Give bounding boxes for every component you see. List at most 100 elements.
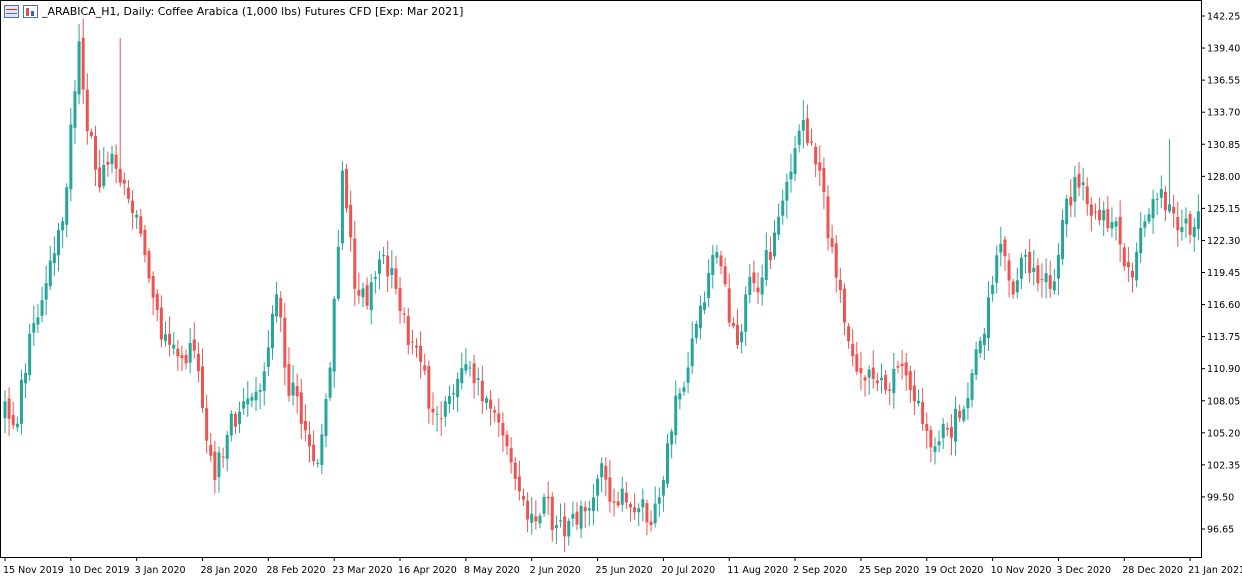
- candle-body: [1036, 265, 1040, 284]
- candle-body: [608, 477, 612, 502]
- bullish-candle: [1151, 189, 1155, 235]
- candle-body: [723, 266, 727, 285]
- candlestick-chart[interactable]: 142.25 139.40 136.55 133.70 130.85 128.00 125.…: [0, 0, 1242, 578]
- price-tick-label: 122.30: [1207, 236, 1240, 247]
- data-window-icon[interactable]: [4, 4, 19, 18]
- candle-body: [1098, 209, 1102, 221]
- candle-body: [24, 372, 28, 384]
- candle-body: [879, 378, 883, 381]
- time-tick-label: 10 Nov 2020: [991, 565, 1052, 576]
- candle-body: [423, 365, 427, 371]
- bearish-candle: [283, 303, 287, 385]
- price-tick-label: 130.85: [1207, 140, 1240, 151]
- time-axis[interactable]: 15 Nov 2019 10 Dec 2019 3 Jan 2020 28 Jan 2…: [3, 557, 1242, 576]
- candle-body: [653, 503, 657, 524]
- bullish-candle: [966, 382, 970, 420]
- candle-body: [484, 398, 488, 403]
- bullish-candle: [703, 291, 707, 315]
- candle-body: [320, 434, 324, 466]
- bullish-candle: [970, 368, 974, 408]
- bearish-candle: [213, 440, 217, 494]
- candle-body: [402, 313, 406, 315]
- bearish-candle: [419, 331, 423, 379]
- price-axis[interactable]: 142.25 139.40 136.55 133.70 130.85 128.00 125.…: [1201, 12, 1240, 536]
- bearish-candle: [139, 209, 143, 238]
- candle-body: [357, 290, 361, 296]
- candle-body: [838, 279, 842, 291]
- candle-body: [966, 398, 970, 409]
- chart-title: _ARABICA_H1, Daily: Coffee Arabica (1,00…: [42, 4, 464, 18]
- bearish-candle: [118, 37, 122, 187]
- bearish-candle: [303, 404, 307, 442]
- candle-body: [740, 331, 744, 343]
- bearish-candle: [900, 349, 904, 380]
- candle-body: [155, 293, 159, 311]
- candle-body: [110, 153, 114, 165]
- candle-body: [995, 255, 999, 283]
- bullish-candle: [476, 367, 480, 396]
- bullish-candle: [653, 486, 657, 528]
- candle-body: [978, 340, 982, 354]
- candle-body: [542, 496, 546, 514]
- bullish-candle: [1114, 217, 1118, 241]
- bearish-candle: [1126, 247, 1130, 283]
- bearish-candle: [949, 414, 953, 456]
- bearish-candle: [394, 256, 398, 295]
- bearish-candle: [345, 163, 349, 213]
- bullish-candle: [447, 385, 451, 414]
- bullish-candle: [974, 341, 978, 381]
- candle-body: [139, 216, 143, 234]
- bullish-candle: [740, 323, 744, 354]
- bullish-candle: [1065, 194, 1069, 238]
- candle-body: [52, 253, 56, 264]
- bearish-candle: [98, 149, 102, 193]
- bullish-candle: [3, 390, 7, 433]
- bearish-candle: [151, 271, 155, 316]
- bearish-candle: [386, 240, 390, 293]
- bearish-candle: [196, 342, 200, 383]
- time-tick-label: 8 May 2020: [464, 565, 520, 576]
- bullish-candle: [1192, 218, 1196, 252]
- candle-body: [810, 141, 814, 143]
- candle-body: [262, 371, 266, 391]
- candle-body: [254, 391, 258, 401]
- bullish-candle: [172, 332, 176, 355]
- candle-body: [991, 285, 995, 295]
- bearish-candle: [814, 142, 818, 178]
- bearish-candle: [859, 351, 863, 391]
- bullish-candle: [291, 365, 295, 406]
- candle-body: [1061, 220, 1065, 259]
- bearish-candle: [1085, 177, 1089, 216]
- chart-window[interactable]: 142.25 139.40 136.55 133.70 130.85 128.00 125.…: [0, 0, 1242, 578]
- bullish-candle: [48, 245, 52, 290]
- candle-body: [937, 441, 941, 446]
- candle-body: [456, 378, 460, 398]
- candle-body: [1081, 182, 1085, 186]
- candle-body: [1126, 262, 1130, 268]
- candle-body: [394, 268, 398, 289]
- chart-properties-icon[interactable]: [23, 4, 38, 18]
- bullish-candle: [15, 416, 19, 432]
- bearish-candle: [633, 493, 637, 520]
- candle-body: [431, 408, 435, 413]
- candle-body: [1151, 198, 1155, 219]
- bullish-candle: [1196, 194, 1200, 241]
- candle-body: [468, 367, 472, 369]
- bearish-candle: [925, 412, 929, 449]
- bearish-candle: [1122, 243, 1126, 271]
- candle-body: [1184, 218, 1188, 224]
- candle-body: [773, 232, 777, 257]
- bullish-candle: [44, 265, 48, 316]
- candle-body: [678, 393, 682, 400]
- bullish-candle: [36, 303, 40, 334]
- bearish-candle: [221, 447, 225, 468]
- candle-body: [822, 167, 826, 193]
- time-tick-label: 28 Feb 2020: [266, 565, 325, 576]
- bullish-candle: [238, 401, 242, 434]
- candle-body: [1040, 279, 1044, 281]
- bearish-candle: [439, 401, 443, 436]
- candle-body: [748, 276, 752, 296]
- bearish-candle: [398, 276, 402, 324]
- candle-body: [908, 371, 912, 391]
- bearish-candle: [431, 392, 435, 426]
